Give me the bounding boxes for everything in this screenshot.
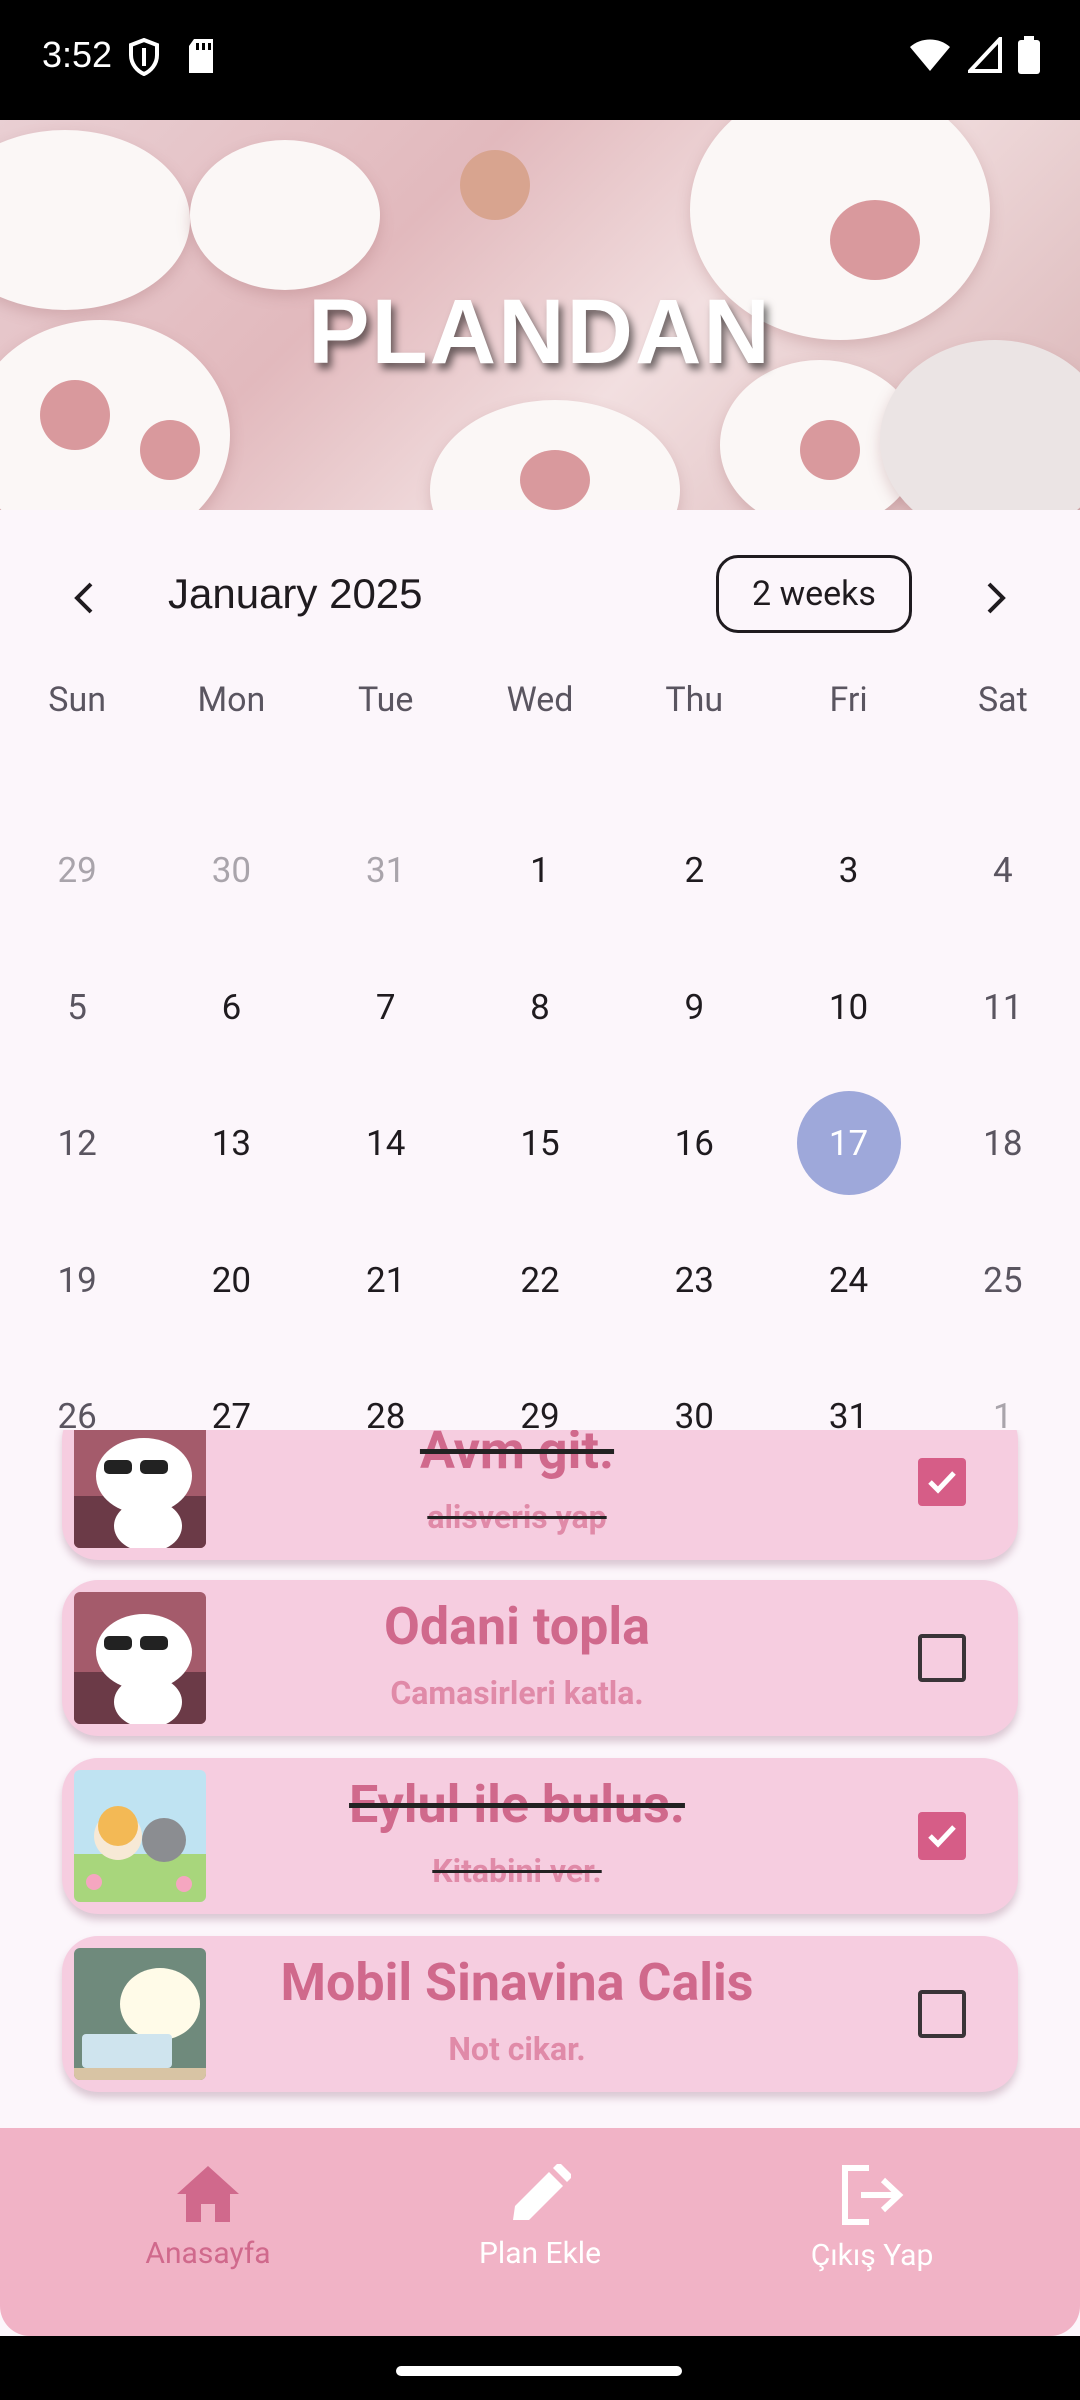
calendar-day[interactable]: 14 — [309, 1113, 463, 1250]
calendar-day[interactable]: 29 — [0, 840, 154, 977]
task-checkbox[interactable] — [918, 1634, 966, 1682]
header-banner: PLANDAN — [0, 120, 1080, 510]
calendar-grid: 29 30 31 1 2 3 4 5 6 7 8 9 10 11 12 13 1… — [0, 840, 1080, 1523]
calendar-day[interactable]: 16 — [617, 1113, 771, 1250]
task-card[interactable]: Eylul ile bulus. Kitabini ver. — [62, 1758, 1018, 1914]
paw-pad — [460, 150, 530, 220]
paw-pad — [140, 420, 200, 480]
nav-logout[interactable]: Çıkış Yap — [722, 2164, 1022, 2273]
calendar-day[interactable]: 21 — [309, 1250, 463, 1387]
month-label: January 2025 — [168, 570, 423, 617]
task-thumbnail — [74, 1592, 206, 1724]
task-subtitle: Kitabini ver. — [432, 1852, 602, 1890]
calendar-day[interactable]: 24 — [771, 1250, 925, 1387]
task-thumbnail — [74, 1948, 206, 2080]
task-card[interactable]: Odani topla Camasirleri katla. — [62, 1580, 1018, 1736]
calendar-day[interactable]: 3 — [771, 840, 925, 977]
calendar-day[interactable]: 8 — [463, 977, 617, 1114]
calendar-day[interactable]: 11 — [926, 977, 1080, 1114]
calendar-day[interactable]: 31 — [309, 840, 463, 977]
task-list[interactable]: Avm git. alisveris yap Odani topla Camas… — [0, 1430, 1080, 2230]
nav-home[interactable]: Anasayfa — [58, 2164, 358, 2271]
calendar-day[interactable]: 7 — [309, 977, 463, 1114]
weekday-label: Thu — [665, 680, 724, 720]
weekday-row: Sun Mon Tue Wed Thu Fri Sat — [0, 680, 1080, 720]
task-title: Odani topla — [384, 1596, 650, 1657]
paw-decoration — [190, 140, 380, 290]
app-screen: PLANDAN January 2025 2 weeks Sun Mon Tue… — [0, 120, 1080, 2336]
calendar-format-button[interactable]: 2 weeks — [716, 555, 912, 633]
task-thumbnail — [74, 1430, 206, 1548]
pencil-icon — [513, 2164, 571, 2220]
calendar-day[interactable]: 18 — [926, 1113, 1080, 1250]
home-icon — [177, 2166, 239, 2222]
calendar-day[interactable]: 22 — [463, 1250, 617, 1387]
nav-label: Anasayfa — [145, 2236, 271, 2271]
calendar-day[interactable]: 20 — [154, 1250, 308, 1387]
home-indicator[interactable] — [396, 2366, 682, 2376]
paw-pad — [40, 380, 110, 450]
calendar-day[interactable]: 30 — [154, 840, 308, 977]
task-title: Mobil Sinavina Calis — [280, 1952, 754, 2013]
next-month-button[interactable] — [966, 568, 1026, 628]
weekday-label: Fri — [829, 680, 868, 720]
paw-pad — [800, 420, 860, 480]
nav-add-plan[interactable]: Plan Ekle — [390, 2164, 690, 2271]
checkmark-icon — [928, 1471, 956, 1494]
task-checkbox[interactable] — [918, 1458, 966, 1506]
calendar-day[interactable]: 13 — [154, 1113, 308, 1250]
bottom-navigation: Anasayfa Plan Ekle Çıkış Yap — [0, 2128, 1080, 2336]
task-card[interactable]: Mobil Sinavina Calis Not cikar. — [62, 1936, 1018, 2092]
weekday-label: Mon — [197, 680, 266, 720]
selected-calendar-day[interactable]: 17 — [771, 1113, 925, 1250]
wifi-icon — [910, 39, 950, 71]
paw-pad — [830, 200, 920, 280]
weekday-label: Tue — [357, 680, 414, 720]
weekday-label: Sun — [48, 680, 106, 720]
chevron-left-icon — [74, 582, 93, 614]
battery-icon — [1018, 36, 1040, 74]
calendar-day[interactable]: 12 — [0, 1113, 154, 1250]
chevron-right-icon — [987, 582, 1006, 614]
app-title: PLANDAN — [308, 281, 772, 383]
task-card[interactable]: Avm git. alisveris yap — [62, 1430, 1018, 1560]
previous-month-button[interactable] — [54, 568, 114, 628]
task-thumbnail — [74, 1770, 206, 1902]
task-subtitle: Camasirleri katla. — [390, 1674, 644, 1712]
calendar-day[interactable]: 19 — [0, 1250, 154, 1387]
checkmark-icon — [928, 1825, 956, 1848]
logout-icon — [842, 2165, 904, 2225]
status-time: 3:52 — [42, 34, 113, 75]
calendar-day[interactable]: 5 — [0, 977, 154, 1114]
signal-icon — [968, 37, 1002, 73]
weekday-label: Sat — [977, 680, 1028, 720]
sd-card-icon — [189, 39, 213, 73]
task-subtitle: alisveris yap — [427, 1498, 607, 1536]
nav-label: Plan Ekle — [478, 2236, 601, 2271]
task-subtitle: Not cikar. — [448, 2030, 586, 2068]
calendar-day[interactable]: 4 — [926, 840, 1080, 977]
task-checkbox[interactable] — [918, 1812, 966, 1860]
task-checkbox[interactable] — [918, 1990, 966, 2038]
calendar-header: January 2025 — [0, 550, 1080, 646]
nav-label: Çıkış Yap — [810, 2238, 934, 2273]
task-title: Avm git. — [419, 1430, 615, 1481]
paw-pad — [520, 450, 590, 510]
shield-icon — [129, 38, 159, 76]
calendar-day[interactable]: 25 — [926, 1250, 1080, 1387]
weekday-label: Wed — [506, 680, 574, 720]
calendar-day[interactable]: 15 — [463, 1113, 617, 1250]
calendar-day[interactable]: 6 — [154, 977, 308, 1114]
status-bar: 3:52 — [0, 0, 1080, 120]
calendar-day[interactable]: 1 — [463, 840, 617, 977]
calendar-day[interactable]: 23 — [617, 1250, 771, 1387]
calendar-day[interactable]: 2 — [617, 840, 771, 977]
task-title: Eylul ile bulus. — [349, 1774, 685, 1835]
calendar-day[interactable]: 9 — [617, 977, 771, 1114]
